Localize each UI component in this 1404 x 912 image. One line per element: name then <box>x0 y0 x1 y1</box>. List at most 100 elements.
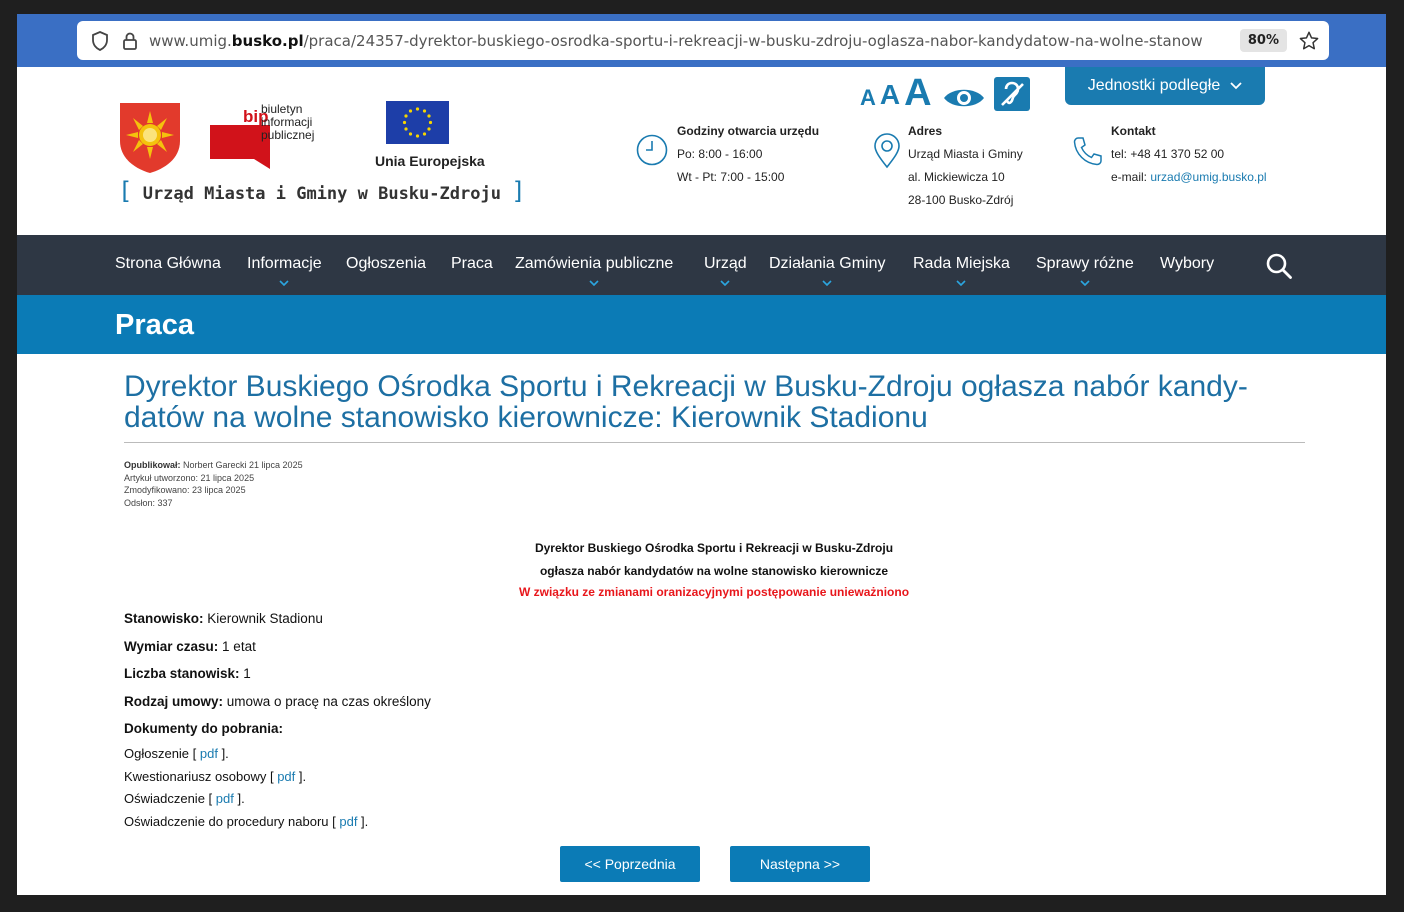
site-header: bip biuletyn informacji publicznej Unia … <box>17 67 1386 235</box>
address-title: Adres <box>908 124 943 138</box>
document-name: Oświadczenie do procedury naboru [ <box>124 813 340 829</box>
bracket-left: [ <box>118 177 133 205</box>
chevron-down-icon <box>1230 77 1242 95</box>
position-count-value: 1 <box>239 666 251 681</box>
nav-label: Strona Główna <box>115 255 221 272</box>
font-size-small-button[interactable]: A <box>860 85 876 111</box>
meta-published-value: Norbert Garecki 21 lipca 2025 <box>180 460 303 470</box>
field-contract-type: Rodzaj umowy: umowa o pracę na czas okre… <box>124 691 431 719</box>
hours-title: Godziny otwarcia urzędu <box>677 124 820 138</box>
nav-praca[interactable]: Praca <box>451 255 493 273</box>
pdf-link[interactable]: pdf <box>216 791 234 806</box>
address-block: Adres Urząd Miasta i Gminy al. Mickiewic… <box>908 123 1023 212</box>
position-value: Kierownik Stadionu <box>203 611 323 626</box>
url-text[interactable]: www.umig.busko.pl/praca/24357-dyrektor-b… <box>149 32 1232 50</box>
bip-line-3: publicznej <box>261 128 315 142</box>
meta-modified: Zmodyfikowano: 23 lipca 2025 <box>124 485 246 495</box>
document-end: ]. <box>295 768 307 784</box>
pdf-link[interactable]: pdf <box>277 769 295 784</box>
nav-label: Sprawy różne <box>1036 255 1134 272</box>
shield-icon[interactable] <box>89 30 111 52</box>
cancellation-notice: W związku ze zmianami oranizacyjnymi pos… <box>518 585 910 599</box>
pdf-link[interactable]: pdf <box>200 746 218 761</box>
nav-label: Praca <box>451 255 493 272</box>
email-label: e-mail: <box>1111 170 1151 184</box>
documents-label: Dokumenty do pobrania: <box>124 721 284 736</box>
list-item: Oświadczenie [ pdf ]. <box>124 788 368 811</box>
nav-dzialania-gminy[interactable]: Działania Gminy <box>769 255 885 287</box>
chevron-down-icon <box>720 273 730 291</box>
eye-icon[interactable] <box>942 85 986 111</box>
nav-rada-miejska[interactable]: Rada Miejska <box>913 255 1010 287</box>
document-end: ]. <box>233 791 245 806</box>
nav-informacje[interactable]: Informacje <box>247 255 322 287</box>
nav-ogloszenia[interactable]: Ogłoszenia <box>346 255 426 273</box>
nav-label: Wybory <box>1160 255 1215 272</box>
working-time-value: 1 etat <box>218 638 256 654</box>
meta-created: Artykuł utworzono: 21 lipca 2025 <box>124 472 255 483</box>
email-link[interactable]: urzad@umig.busko.pl <box>1150 170 1266 184</box>
bookmark-star-icon[interactable] <box>1297 29 1321 53</box>
meta-published-label: Opublikował: <box>124 460 181 470</box>
nav-sprawy-rozne[interactable]: Sprawy różne <box>1036 255 1134 287</box>
zoom-indicator[interactable]: 80% <box>1239 29 1287 52</box>
office-name-text: Urząd Miasta i Gminy w Busku-Zdroju <box>142 184 501 204</box>
nav-strona-glowna[interactable]: Strona Główna <box>115 255 221 273</box>
heading-line-1: Dyrektor Buskiego Ośrodka Sportu i Rekre… <box>534 541 894 555</box>
field-working-time: Wymiar czasu: 1 etat <box>124 636 431 664</box>
units-dropdown-button[interactable]: Jednostki podległe <box>1065 67 1265 105</box>
next-button[interactable]: Następna >> <box>730 846 870 882</box>
address-line-1: Urząd Miasta i Gminy <box>908 147 1023 161</box>
chevron-down-icon <box>1080 273 1090 291</box>
documents-list: Ogłoszenie [ pdf ]. Kwestionariusz osobo… <box>124 743 368 833</box>
working-time-label: Wymiar czasu: <box>124 638 219 654</box>
hearing-icon[interactable] <box>993 77 1030 111</box>
position-label: Stanowisko: <box>124 611 204 626</box>
lock-icon[interactable] <box>119 30 141 52</box>
chevron-down-icon <box>589 273 599 291</box>
browser-toolbar: www.umig.busko.pl/praca/24357-dyrektor-b… <box>17 14 1386 67</box>
contract-type-label: Rodzaj umowy: <box>124 693 224 709</box>
nav-label: Rada Miejska <box>913 255 1010 272</box>
section-header: Praca <box>17 295 1386 354</box>
nav-zamowienia-publiczne[interactable]: Zamówienia publiczne <box>515 255 674 287</box>
nav-wybory[interactable]: Wybory <box>1160 255 1214 273</box>
contact-title: Kontakt <box>1111 124 1156 138</box>
document-name: Kwestionariusz osobowy [ <box>124 768 278 784</box>
font-size-medium-button[interactable]: A <box>880 79 900 111</box>
field-documents: Dokumenty do pobrania: <box>124 718 431 746</box>
url-prefix: www.umig. <box>149 31 232 50</box>
web-page: bip biuletyn informacji publicznej Unia … <box>17 67 1386 895</box>
nav-urzad[interactable]: Urząd <box>704 255 747 287</box>
units-button-label: Jednostki podległe <box>1087 77 1221 94</box>
nav-label: Zamówienia publiczne <box>515 255 674 272</box>
document-end: ]. <box>217 746 229 761</box>
font-size-large-button[interactable]: A <box>904 74 931 112</box>
contact-phone[interactable]: tel: +48 41 370 52 00 <box>1111 143 1267 166</box>
pdf-link[interactable]: pdf <box>339 814 357 829</box>
previous-button[interactable]: << Poprzednia <box>560 846 700 882</box>
chevron-down-icon <box>956 273 967 291</box>
bip-link[interactable]: bip biuletyn informacji publicznej <box>210 103 340 169</box>
eu-label: Unia Europejska <box>375 153 485 169</box>
url-domain: busko.pl <box>231 31 304 50</box>
hours-line-2: Wt - Pt: 7:00 - 15:00 <box>677 170 785 184</box>
meta-views: Odsłon: 337 <box>124 497 173 508</box>
search-icon[interactable] <box>1265 252 1293 280</box>
office-name[interactable]: [ Urząd Miasta i Gminy w Busku-Zdroju ] <box>118 177 526 205</box>
chevron-down-icon <box>822 273 832 291</box>
list-item: Ogłoszenie [ pdf ]. <box>124 743 368 766</box>
field-position: Stanowisko: Kierownik Stadionu <box>124 608 431 636</box>
city-crest-logo[interactable] <box>118 101 182 175</box>
address-line-2: al. Mickiewicza 10 <box>908 170 1005 184</box>
list-item: Kwestionariusz osobowy [ pdf ]. <box>124 766 368 789</box>
hours-line-1: Po: 8:00 - 16:00 <box>677 147 763 161</box>
address-bar[interactable]: www.umig.busko.pl/praca/24357-dyrektor-b… <box>77 21 1329 60</box>
article-title: Dyrektor Buskiego Ośrodka Sportu i Rekre… <box>124 370 1248 434</box>
heading-line-2: ogłasza nabór kandydatów na wolne stanow… <box>539 564 889 578</box>
section-title: Praca <box>115 309 195 341</box>
job-details: Stanowisko: Kierownik Stadionu Wymiar cz… <box>124 608 431 746</box>
accessibility-tools: A A A <box>860 74 1030 112</box>
address-line-3: 28-100 Busko-Zdrój <box>908 193 1014 207</box>
contact-block: Kontakt tel: +48 41 370 52 00 e-mail: ur… <box>1111 123 1267 189</box>
